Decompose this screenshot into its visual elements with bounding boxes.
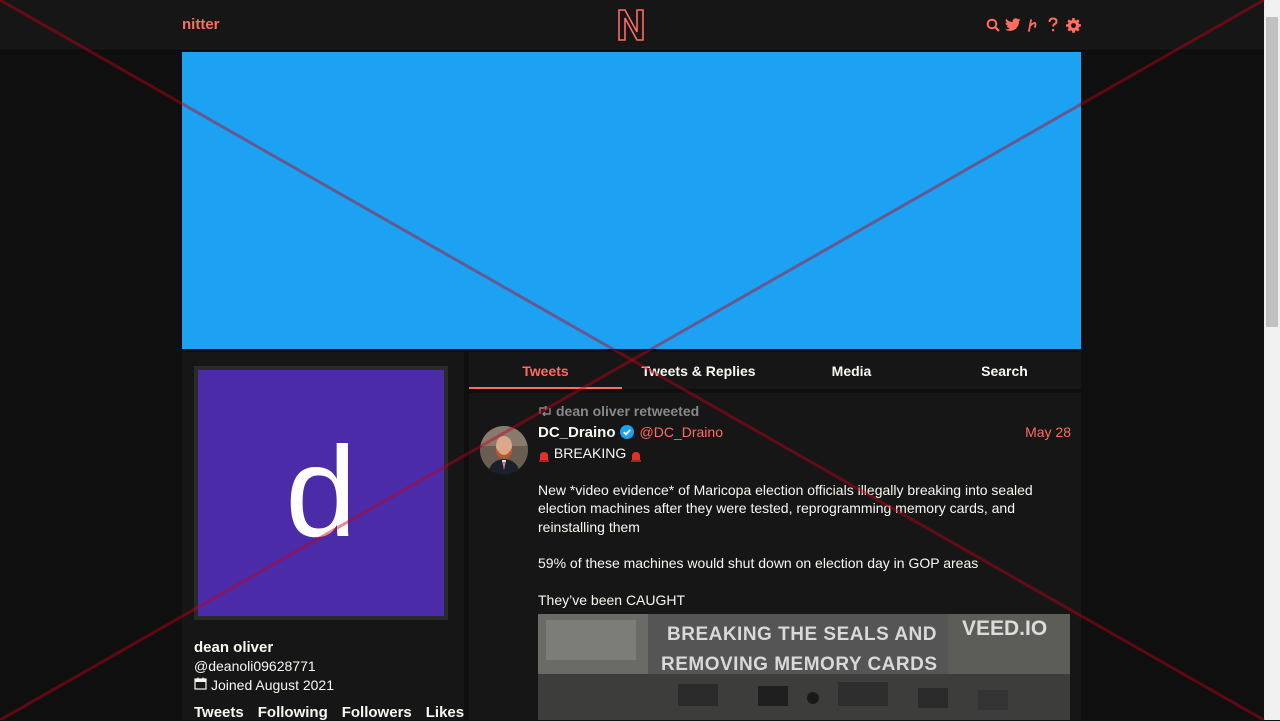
nav-icons (985, 16, 1081, 34)
siren-icon (630, 448, 642, 463)
retweet-header: dean oliver retweeted (538, 403, 699, 419)
stat-following[interactable]: Following (258, 704, 328, 721)
tweet-line-breaking: BREAKING (538, 444, 1048, 463)
media-caption-1: BREAKING THE SEALS AND (667, 624, 937, 645)
media-caption-2: REMOVING MEMORY CARDS (661, 654, 938, 675)
profile-banner[interactable] (182, 52, 1081, 349)
twitter-bird-icon[interactable] (1005, 16, 1021, 34)
tweet-author-handle[interactable]: @DC_Draino (640, 424, 723, 440)
tweet-paragraph-2: 59% of these machines would shut down on… (538, 555, 979, 571)
tweet-paragraph-3: They’ve been CAUGHT (538, 591, 686, 608)
profile-card: d dean oliver @deanoli09628771 Joined Au… (182, 352, 464, 721)
tab-tweets[interactable]: Tweets (469, 352, 622, 389)
profile-username[interactable]: @deanoli09628771 (194, 658, 316, 674)
stat-likes[interactable]: Likes (426, 704, 464, 721)
tab-search[interactable]: Search (928, 352, 1081, 389)
tab-media[interactable]: Media (775, 352, 928, 389)
brand-link[interactable]: nitter (182, 16, 220, 33)
nitter-logo-icon[interactable] (617, 8, 645, 47)
help-icon[interactable] (1045, 16, 1061, 34)
tweet-body: BREAKING New *video evidence* of Maricop… (538, 444, 1048, 627)
joindate-text: Joined August 2021 (211, 677, 334, 693)
tweet-date[interactable]: May 28 (1025, 424, 1071, 440)
rss-icon[interactable] (1025, 16, 1041, 34)
siren-icon (538, 448, 550, 463)
tweet-header: DC_Draino @DC_Draino May 28 (538, 422, 1071, 442)
settings-gear-icon[interactable] (1065, 16, 1081, 34)
profile-joindate: Joined August 2021 (194, 677, 334, 693)
profile-fullname[interactable]: dean oliver (194, 639, 273, 656)
avatar-letter: d (285, 421, 357, 564)
scrollbar[interactable] (1264, 0, 1280, 720)
tab-tweets-replies[interactable]: Tweets & Replies (622, 352, 775, 389)
verified-badge-icon (619, 425, 634, 439)
calendar-icon (194, 677, 207, 693)
tweet-media-video[interactable]: BREAKING THE SEALS AND REMOVING MEMORY C… (538, 614, 1070, 720)
timeline-tabs: Tweets Tweets & Replies Media Search (469, 352, 1081, 389)
retweet-label: dean oliver retweeted (556, 403, 700, 419)
scrollbar-thumb[interactable] (1266, 17, 1278, 327)
navbar: nitter (0, 0, 1264, 51)
stat-tweets[interactable]: Tweets (194, 704, 244, 721)
retweet-icon (538, 403, 552, 419)
profile-avatar[interactable]: d (194, 366, 448, 620)
stat-followers[interactable]: Followers (342, 704, 412, 721)
search-icon[interactable] (985, 16, 1001, 34)
timeline: dean oliver retweeted DC_Draino @DC_Drai… (469, 393, 1081, 720)
tweet-author-name[interactable]: DC_Draino (538, 424, 616, 441)
tweet-author-avatar[interactable] (480, 426, 528, 474)
profile-stats: Tweets Following Followers Likes (194, 704, 478, 721)
media-watermark: VEED.IO (962, 617, 1048, 640)
tweet-paragraph-1: New *video evidence* of Maricopa electio… (538, 481, 1033, 535)
breaking-text: BREAKING (553, 445, 627, 461)
